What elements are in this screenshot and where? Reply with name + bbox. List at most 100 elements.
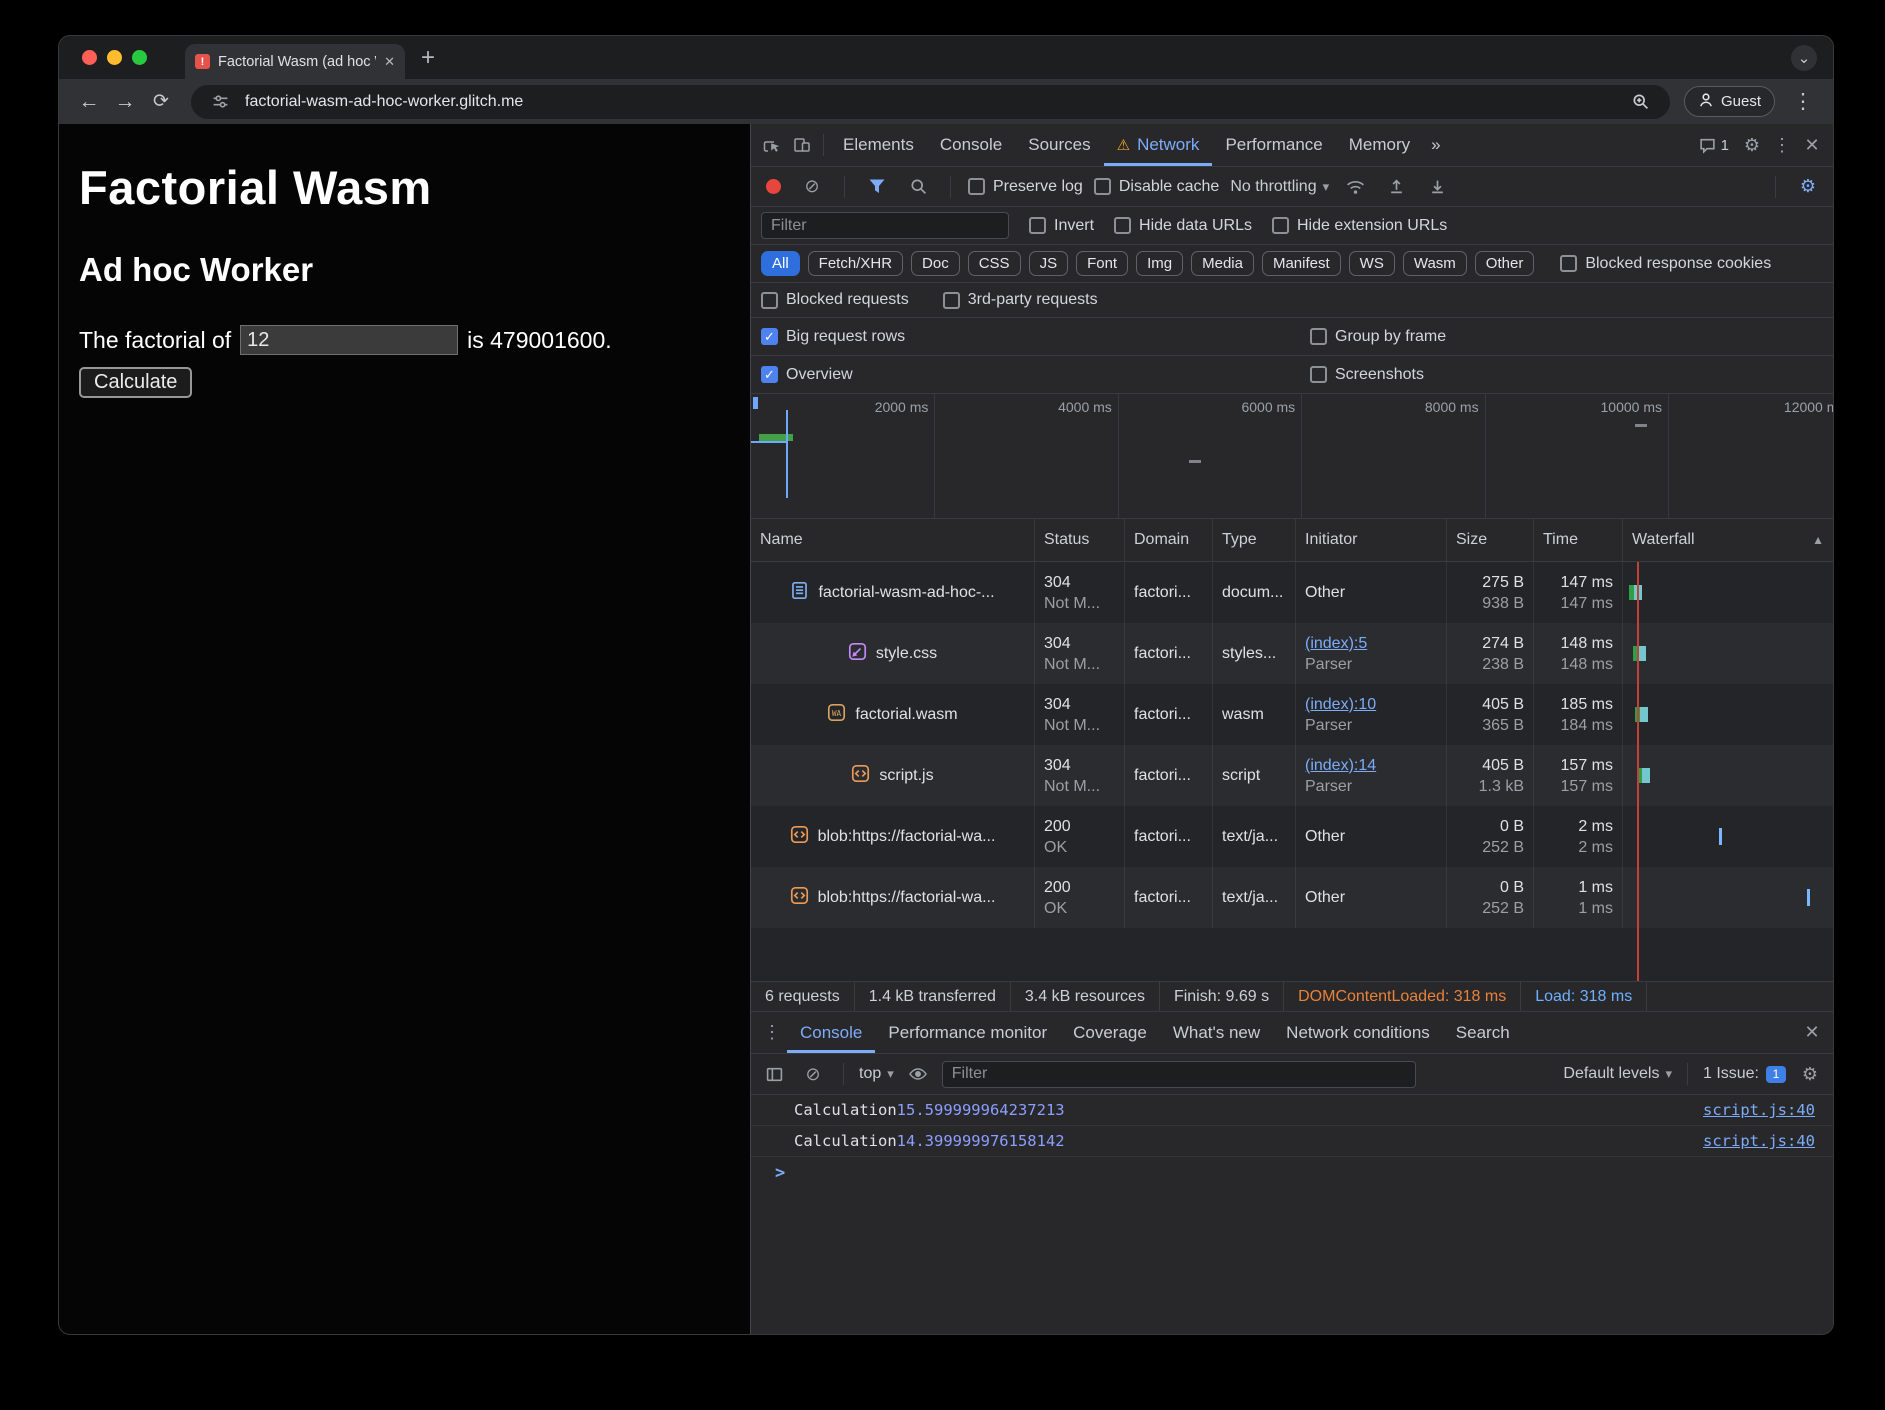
hide-extension-urls-checkbox[interactable]: Hide extension URLs bbox=[1272, 217, 1447, 235]
filter-chip-wasm[interactable]: Wasm bbox=[1403, 251, 1467, 276]
window-close-button[interactable] bbox=[82, 50, 97, 65]
back-button[interactable]: ← bbox=[73, 90, 105, 114]
filter-chip-doc[interactable]: Doc bbox=[911, 251, 960, 276]
console-sidebar-icon[interactable] bbox=[759, 1066, 789, 1083]
network-settings-icon[interactable]: ⚙ bbox=[1793, 176, 1823, 197]
zoom-icon[interactable] bbox=[1626, 93, 1656, 110]
console-context-selector[interactable]: top▾ bbox=[859, 1065, 894, 1083]
site-settings-icon[interactable] bbox=[205, 93, 235, 110]
console-prompt-row[interactable]: > bbox=[751, 1157, 1833, 1188]
drawer-tab-performance-monitor[interactable]: Performance monitor bbox=[875, 1012, 1060, 1053]
network-request-row[interactable]: factorial-wasm-ad-hoc-...304Not M...fact… bbox=[751, 562, 1833, 623]
forward-button[interactable]: → bbox=[109, 90, 141, 114]
filter-chip-css[interactable]: CSS bbox=[968, 251, 1021, 276]
address-bar[interactable]: factorial-wasm-ad-hoc-worker.glitch.me bbox=[191, 85, 1670, 119]
blocked-requests-checkbox[interactable]: Blocked requests bbox=[761, 291, 909, 309]
overview-checkbox[interactable]: ✓Overview bbox=[761, 366, 853, 384]
column-header-type[interactable]: Type bbox=[1213, 519, 1296, 561]
filter-chip-js[interactable]: JS bbox=[1029, 251, 1069, 276]
export-har-icon[interactable] bbox=[1422, 178, 1452, 195]
devtools-close-icon[interactable]: ✕ bbox=[1797, 135, 1827, 156]
column-header-name[interactable]: Name bbox=[751, 519, 1035, 561]
window-minimize-button[interactable] bbox=[107, 50, 122, 65]
network-overview-timeline[interactable]: 2000 ms4000 ms6000 ms8000 ms10000 ms1200… bbox=[751, 394, 1833, 519]
third-party-requests-checkbox[interactable]: 3rd-party requests bbox=[943, 291, 1098, 309]
factorial-input[interactable] bbox=[240, 325, 458, 355]
throttling-dropdown[interactable]: No throttling▾ bbox=[1230, 178, 1329, 196]
disable-cache-checkbox[interactable]: Disable cache bbox=[1094, 178, 1220, 196]
inspect-element-icon[interactable] bbox=[757, 136, 787, 154]
filter-chip-all[interactable]: All bbox=[761, 251, 800, 276]
console-filter-input[interactable] bbox=[942, 1061, 1416, 1088]
drawer-tab-console[interactable]: Console bbox=[787, 1012, 875, 1053]
devtools-tab-memory[interactable]: Memory bbox=[1336, 124, 1423, 166]
console-source-link[interactable]: script.js:40 bbox=[1703, 1132, 1815, 1150]
live-expression-eye-icon[interactable] bbox=[903, 1066, 933, 1082]
filter-chip-other[interactable]: Other bbox=[1475, 251, 1535, 276]
drawer-close-icon[interactable]: ✕ bbox=[1797, 1022, 1827, 1043]
network-filter-input[interactable] bbox=[761, 212, 1009, 239]
column-header-size[interactable]: Size bbox=[1447, 519, 1534, 561]
initiator-link[interactable]: (index):14 bbox=[1305, 755, 1437, 776]
tab-search-button[interactable]: ⌄ bbox=[1791, 45, 1817, 71]
devtools-tab-console[interactable]: Console bbox=[927, 124, 1015, 166]
screenshots-checkbox[interactable]: Screenshots bbox=[1310, 366, 1424, 384]
devtools-tab-performance[interactable]: Performance bbox=[1212, 124, 1335, 166]
filter-chip-media[interactable]: Media bbox=[1191, 251, 1254, 276]
console-settings-icon[interactable]: ⚙ bbox=[1795, 1064, 1825, 1085]
big-request-rows-checkbox[interactable]: ✓Big request rows bbox=[761, 328, 905, 346]
new-tab-button[interactable]: + bbox=[421, 44, 435, 72]
column-header-status[interactable]: Status bbox=[1035, 519, 1125, 561]
devtools-tab-elements[interactable]: Elements bbox=[830, 124, 927, 166]
filter-chip-fetch-xhr[interactable]: Fetch/XHR bbox=[808, 251, 903, 276]
drawer-tab-search[interactable]: Search bbox=[1443, 1012, 1523, 1053]
calculate-button[interactable]: Calculate bbox=[79, 367, 192, 398]
invert-checkbox[interactable]: Invert bbox=[1029, 217, 1094, 235]
devtools-menu-icon[interactable]: ⋮ bbox=[1767, 135, 1797, 156]
more-tabs-button[interactable]: » bbox=[1423, 135, 1448, 155]
devtools-settings-icon[interactable]: ⚙ bbox=[1737, 135, 1767, 156]
network-conditions-icon[interactable] bbox=[1340, 179, 1370, 195]
browser-tab[interactable]: ! Factorial Wasm (ad hoc Work ✕ bbox=[185, 44, 405, 79]
tab-close-icon[interactable]: ✕ bbox=[384, 54, 395, 70]
preserve-log-checkbox[interactable]: Preserve log bbox=[968, 178, 1083, 196]
network-request-row[interactable]: style.css304Not M...factori...styles...(… bbox=[751, 623, 1833, 684]
network-request-row[interactable]: blob:https://factorial-wa...200OKfactori… bbox=[751, 806, 1833, 867]
network-request-row[interactable]: blob:https://factorial-wa...200OKfactori… bbox=[751, 867, 1833, 928]
network-request-row[interactable]: script.js304Not M...factori...script(ind… bbox=[751, 745, 1833, 806]
column-header-initiator[interactable]: Initiator bbox=[1296, 519, 1447, 561]
network-request-row[interactable]: WAfactorial.wasm304Not M...factori...was… bbox=[751, 684, 1833, 745]
devtools-tab-network[interactable]: ⚠Network bbox=[1104, 124, 1213, 166]
clear-network-log-icon[interactable]: ⊘ bbox=[797, 176, 827, 197]
initiator-link[interactable]: (index):10 bbox=[1305, 694, 1437, 715]
devtools-tab-sources[interactable]: Sources bbox=[1015, 124, 1103, 166]
clear-console-icon[interactable]: ⊘ bbox=[798, 1064, 828, 1085]
blocked-response-cookies-checkbox[interactable]: Blocked response cookies bbox=[1560, 255, 1771, 273]
device-toolbar-icon[interactable] bbox=[787, 136, 817, 154]
record-network-log-button[interactable] bbox=[766, 179, 781, 194]
window-zoom-button[interactable] bbox=[132, 50, 147, 65]
console-levels-dropdown[interactable]: Default levels▾ bbox=[1563, 1065, 1672, 1083]
group-by-frame-checkbox[interactable]: Group by frame bbox=[1310, 328, 1446, 346]
reload-button[interactable]: ⟳ bbox=[145, 90, 177, 113]
filter-chip-manifest[interactable]: Manifest bbox=[1262, 251, 1341, 276]
drawer-menu-icon[interactable]: ⋮ bbox=[757, 1022, 787, 1043]
import-har-icon[interactable] bbox=[1381, 178, 1411, 195]
initiator-link[interactable]: (index):5 bbox=[1305, 633, 1437, 654]
search-icon[interactable] bbox=[903, 178, 933, 195]
filter-chip-ws[interactable]: WS bbox=[1349, 251, 1395, 276]
hide-data-urls-checkbox[interactable]: Hide data URLs bbox=[1114, 217, 1252, 235]
column-header-waterfall[interactable]: Waterfall▲ bbox=[1623, 519, 1833, 561]
browser-menu-icon[interactable]: ⋮ bbox=[1787, 89, 1819, 114]
column-header-time[interactable]: Time bbox=[1534, 519, 1623, 561]
issues-counter[interactable]: 1 bbox=[1691, 137, 1737, 154]
filter-chip-img[interactable]: Img bbox=[1136, 251, 1183, 276]
console-issues-counter[interactable]: 1 Issue:1 bbox=[1703, 1065, 1786, 1083]
drawer-tab-network-conditions[interactable]: Network conditions bbox=[1273, 1012, 1443, 1053]
drawer-tab-coverage[interactable]: Coverage bbox=[1060, 1012, 1160, 1053]
filter-chip-font[interactable]: Font bbox=[1076, 251, 1128, 276]
drawer-tab-what-s-new[interactable]: What's new bbox=[1160, 1012, 1273, 1053]
column-header-domain[interactable]: Domain bbox=[1125, 519, 1213, 561]
filter-icon[interactable] bbox=[862, 179, 892, 194]
profile-badge[interactable]: Guest bbox=[1684, 86, 1775, 117]
